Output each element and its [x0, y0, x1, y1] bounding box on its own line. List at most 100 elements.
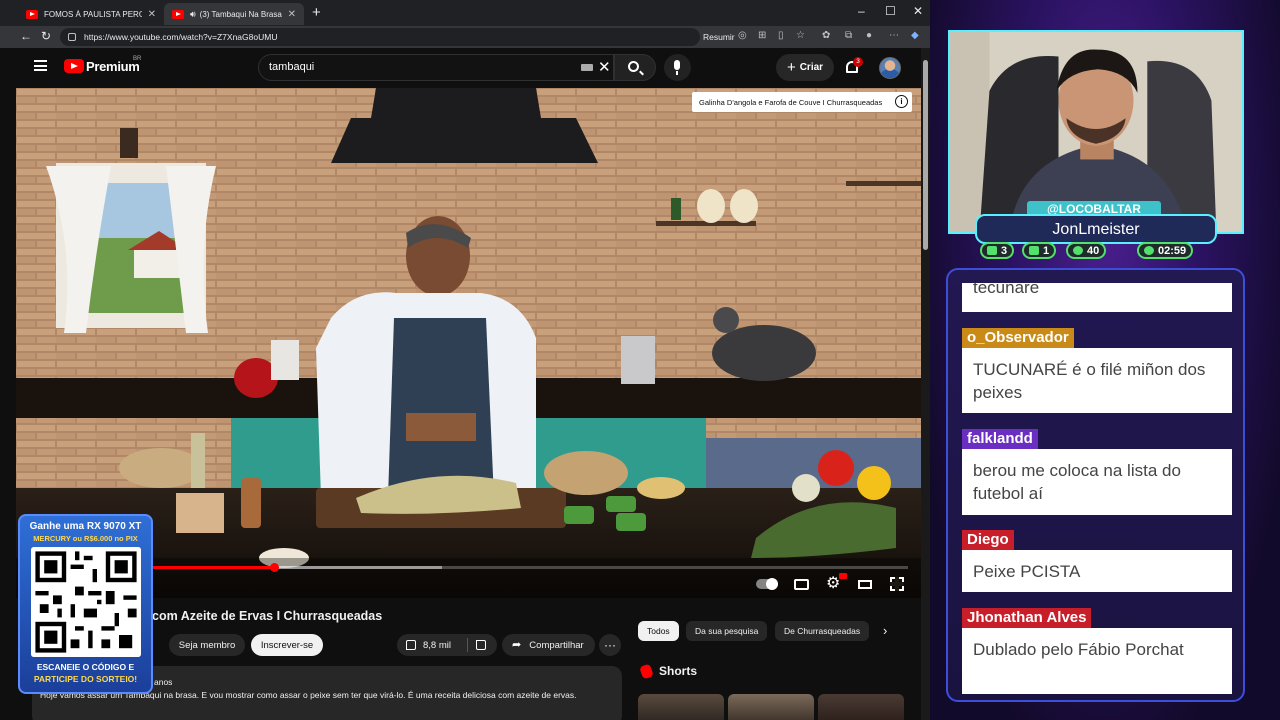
thumbs-up-icon: [406, 640, 416, 650]
info-card[interactable]: Galinha D'angola e Farofa de Couve I Chu…: [692, 92, 912, 112]
more-actions-button[interactable]: ···: [599, 634, 621, 656]
short-thumbnail[interactable]: [638, 694, 724, 720]
discord-count-badge: 40: [1066, 242, 1107, 259]
discord-count: 40: [1087, 244, 1100, 257]
chat-count: 3: [1001, 244, 1008, 257]
chat-message: berou me coloca na lista do futebol aí: [962, 449, 1232, 515]
clock-badge: 02:59: [1137, 242, 1194, 259]
tab-close-icon[interactable]: ✕: [288, 9, 296, 20]
description-meta: anos: [154, 677, 173, 687]
tab-fomos-paulista[interactable]: FOMOS À PAULISTA PERGUNTAR ✕: [18, 3, 164, 25]
collections-icon[interactable]: ⧉: [845, 30, 852, 41]
streamer-name: JonLmeister: [975, 214, 1217, 244]
tab-close-icon[interactable]: ✕: [148, 9, 156, 20]
promo-cta-line1: ESCANEIE O CÓDIGO E: [36, 662, 135, 672]
chat-username: Jhonathan Alves: [962, 608, 1092, 628]
close-window-icon[interactable]: ✕: [913, 4, 923, 18]
chat-message: Dublado pelo Fábio Porchat: [962, 628, 1232, 694]
new-tab-button[interactable]: +: [312, 4, 321, 21]
menu-dots-icon[interactable]: ⋯: [889, 30, 899, 41]
chevron-right-icon[interactable]: ›: [883, 623, 887, 638]
voice-search-button[interactable]: [664, 54, 691, 81]
chat-message: tecunare: [962, 283, 1232, 312]
extensions-icon[interactable]: ✿: [822, 30, 830, 41]
chip-da-sua-pesquisa[interactable]: Da sua pesquisa: [686, 621, 768, 641]
maximize-icon[interactable]: ☐: [885, 4, 896, 18]
back-icon[interactable]: ←: [20, 29, 32, 43]
profile-icon[interactable]: ●: [866, 30, 872, 41]
create-label: Criar: [799, 62, 824, 73]
search-input[interactable]: [269, 61, 559, 73]
youtube-favicon-icon: [26, 9, 38, 19]
subtitles-icon[interactable]: [794, 579, 809, 590]
short-thumbnail[interactable]: [818, 694, 904, 720]
like-count: 8,8 mil: [423, 639, 451, 651]
video-count-badge: 1: [1022, 242, 1057, 259]
speaker-icon[interactable]: 🔊︎: [190, 9, 196, 20]
shorts-section-title: Shorts: [659, 664, 698, 678]
hamburger-menu-icon[interactable]: [34, 60, 47, 71]
region-code: BR: [133, 56, 142, 62]
thumbs-down-icon[interactable]: [476, 640, 486, 650]
apps-icon[interactable]: ⊞: [758, 30, 766, 41]
video-title: com Azeite de Ervas I Churrasqueadas: [152, 609, 383, 623]
hd-badge: [839, 573, 847, 579]
chat-bubble-icon: [987, 246, 997, 255]
fullscreen-icon[interactable]: [890, 577, 904, 591]
create-button[interactable]: + Criar: [776, 54, 834, 81]
progress-scrubber[interactable]: [269, 563, 279, 572]
search-box[interactable]: ✕: [258, 54, 614, 81]
qr-code-icon: [31, 547, 141, 657]
search-button[interactable]: [614, 54, 656, 81]
short-thumbnail[interactable]: [728, 694, 814, 720]
minimize-icon[interactable]: –: [858, 4, 865, 18]
video-camera-icon: [1029, 246, 1039, 255]
chat-message: TUCUNARÉ é o filé miñon dos peixes: [962, 348, 1232, 413]
info-icon[interactable]: i: [895, 95, 908, 108]
browser-window: FOMOS À PAULISTA PERGUNTAR ✕ 🔊︎ (3) Tamb…: [0, 0, 930, 720]
microphone-icon: [674, 60, 680, 75]
reload-icon[interactable]: ↻: [41, 29, 51, 43]
tab-label: FOMOS À PAULISTA PERGUNTAR: [44, 9, 142, 19]
url-field[interactable]: https://www.youtube.com/watch?v=Z7XnaG8o…: [60, 28, 700, 46]
join-button[interactable]: Seja membro: [169, 634, 245, 656]
like-button[interactable]: 8,8 mil: [397, 634, 497, 656]
tab-tambaqui[interactable]: 🔊︎ (3) Tambaqui Na Brasa com Azeite ✕: [164, 3, 304, 25]
chat-message: Peixe PCISTA: [962, 550, 1232, 592]
url-text: https://www.youtube.com/watch?v=Z7XnaG8o…: [84, 32, 278, 42]
site-info-icon[interactable]: [68, 33, 76, 41]
copilot-icon[interactable]: ◆: [911, 30, 919, 41]
video-count: 1: [1043, 244, 1050, 257]
favorite-star-icon[interactable]: ☆: [796, 30, 805, 41]
promo-title: Ganhe uma RX 9070 XT: [29, 521, 142, 532]
premium-logo-text[interactable]: Premium: [86, 59, 140, 74]
keyboard-icon[interactable]: [581, 64, 593, 71]
translate-icon[interactable]: ◎: [738, 30, 747, 41]
chat-username: Diego: [962, 530, 1014, 550]
address-bar: ← ↻ https://www.youtube.com/watch?v=Z7Xn…: [0, 26, 930, 48]
promo-cta-line2: PARTICIPE DO SORTEIO!: [33, 674, 138, 684]
giveaway-promo-overlay: Ganhe uma RX 9070 XT MERCURY ou R$6.000 …: [18, 514, 153, 694]
youtube-logo-icon[interactable]: [64, 59, 84, 73]
scrollbar-thumb[interactable]: [923, 60, 928, 250]
chat-username: o_Observador: [962, 328, 1074, 348]
plus-icon: +: [786, 59, 796, 76]
resumir-button[interactable]: Resumir: [703, 32, 735, 42]
promo-subtitle: MERCURY ou R$6.000 no PIX: [33, 534, 138, 543]
subscribe-button[interactable]: Inscrever-se: [251, 634, 323, 656]
notification-badge: 3: [853, 57, 863, 67]
share-button[interactable]: ➦ Compartilhar: [502, 634, 595, 656]
chip-todos[interactable]: Todos: [638, 621, 679, 641]
autoplay-toggle[interactable]: [756, 578, 778, 590]
tab-bar: FOMOS À PAULISTA PERGUNTAR ✕ 🔊︎ (3) Tamb…: [0, 0, 930, 26]
theater-mode-icon[interactable]: [858, 580, 872, 589]
avatar[interactable]: [879, 57, 901, 79]
discord-icon: [1073, 246, 1083, 255]
chat-message-text: tecunare: [973, 283, 1040, 297]
chip-de-churrasqueadas[interactable]: De Churrasqueadas: [775, 621, 870, 641]
reading-icon[interactable]: ▯: [778, 30, 784, 41]
youtube-header: Premium BR ✕ + Criar 3: [16, 48, 921, 88]
clock-time: 02:59: [1158, 244, 1187, 257]
clear-search-icon[interactable]: ✕: [598, 58, 611, 76]
progress-bar[interactable]: [28, 563, 908, 572]
